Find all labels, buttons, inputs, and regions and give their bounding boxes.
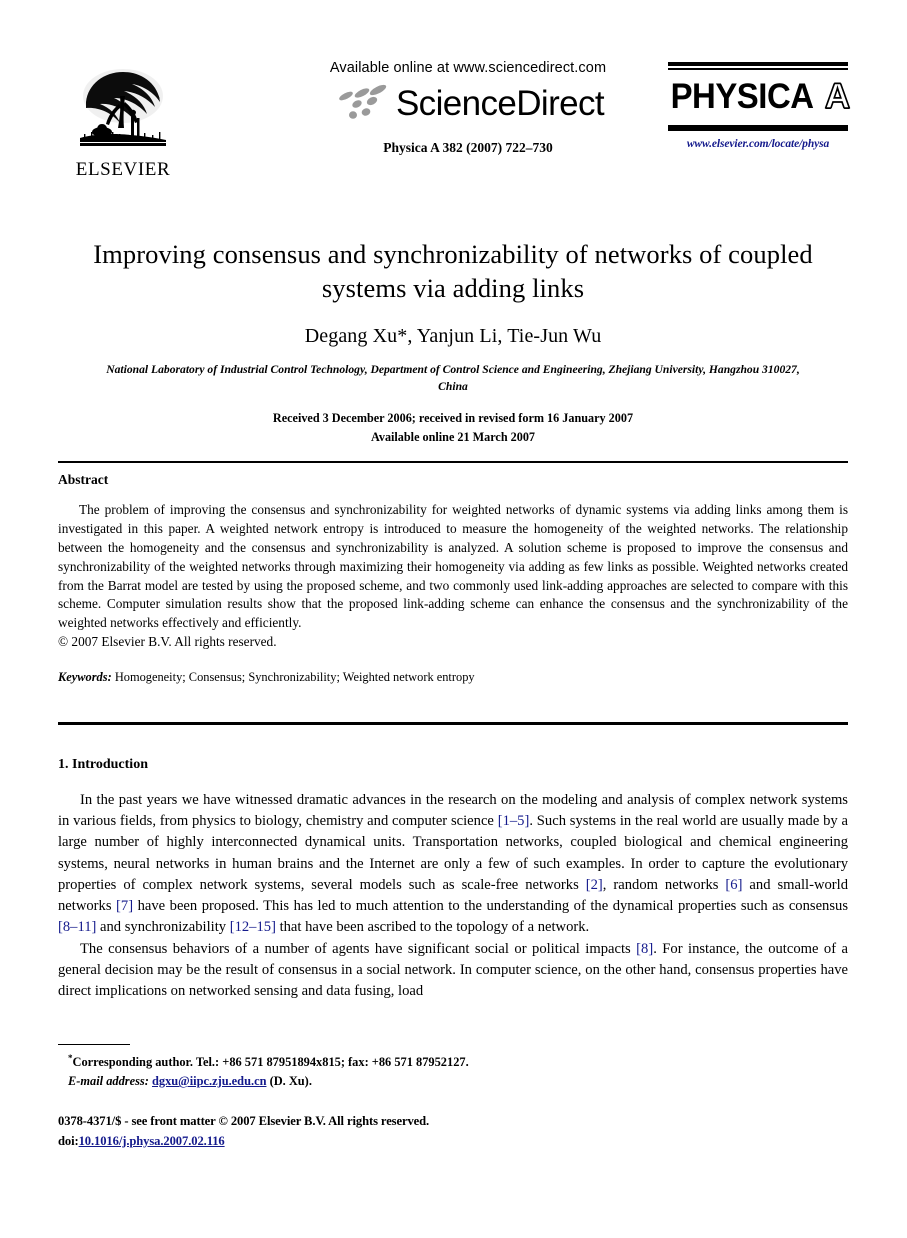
title-block: Improving consensus and synchronizabilit… xyxy=(78,238,828,446)
keywords-label: Keywords: xyxy=(58,670,112,684)
citation-link-7[interactable]: [7] xyxy=(116,898,133,914)
doi-line: doi:10.1016/j.physa.2007.02.116 xyxy=(58,1132,658,1152)
affiliation-line-1: National Laboratory of Industrial Contro… xyxy=(106,362,706,376)
page-title: Improving consensus and synchronizabilit… xyxy=(93,239,813,303)
abstract-heading: Abstract xyxy=(58,472,109,487)
email-link[interactable]: dgxu@iipc.zju.edu.cn xyxy=(152,1074,266,1088)
journal-logo-rule-bottom-thick xyxy=(668,127,848,131)
email-label: E-mail address: xyxy=(68,1074,149,1089)
intro-p1-text-7: that have been ascribed to the topology … xyxy=(275,919,590,936)
keywords-values: Homogeneity; Consensus; Synchronizabilit… xyxy=(114,670,475,684)
article-dates: Received 3 December 2006; received in re… xyxy=(78,409,828,446)
elsevier-logo: ELSEVIER xyxy=(62,62,184,179)
sciencedirect-block: Available online at www.sciencedirect.co… xyxy=(258,60,678,156)
received-date: Received 3 December 2006; received in re… xyxy=(272,411,634,426)
issn-front-matter: 0378-4371/$ - see front matter © 2007 El… xyxy=(58,1114,430,1128)
footnote-block: *Corresponding author. Tel.: +86 571 879… xyxy=(58,1044,658,1091)
available-online-date: Available online 21 March 2007 xyxy=(370,429,536,444)
imprint-block: 0378-4371/$ - see front matter © 2007 El… xyxy=(58,1112,658,1151)
corresponding-author-note: *Corresponding author. Tel.: +86 571 879… xyxy=(58,1052,658,1072)
masthead: ELSEVIER Available online at www.science… xyxy=(58,60,851,210)
elsevier-tree-icon xyxy=(74,62,172,158)
article-first-page: ELSEVIER Available online at www.science… xyxy=(0,0,907,1238)
doi-label: doi: xyxy=(58,1133,79,1148)
email-owner: (D. Xu). xyxy=(269,1074,312,1089)
intro-p1-text-3: , random networks xyxy=(602,876,726,893)
journal-logo: PHYSICA A www.elsevier.com/locate/physa xyxy=(668,62,851,150)
journal-logo-rule-top-thick xyxy=(668,62,848,66)
citation-link-12-15[interactable]: [12–15] xyxy=(230,919,276,935)
abstract-block: Abstract The problem of improving the co… xyxy=(58,472,848,685)
citation-link-8-11[interactable]: [8–11] xyxy=(58,919,96,935)
abstract-copyright: © 2007 Elsevier B.V. All rights reserved… xyxy=(58,634,277,650)
footnote-rule xyxy=(58,1044,130,1046)
introduction-section: 1. Introduction In the past years we hav… xyxy=(58,757,848,1002)
abstract-rule-top xyxy=(58,461,848,463)
author-list: Degang Xu*, Yanjun Li, Tie-Jun Wu xyxy=(304,324,602,347)
citation-link-1-5[interactable]: [1–5] xyxy=(498,813,530,829)
doi-link[interactable]: 10.1016/j.physa.2007.02.116 xyxy=(79,1134,225,1148)
journal-name: PHYSICA xyxy=(670,77,814,116)
introduction-paragraph-1: In the past years we have witnessed dram… xyxy=(58,790,848,939)
intro-p1-text-6: and synchronizability xyxy=(96,919,230,936)
citation-link-8[interactable]: [8] xyxy=(636,941,653,957)
available-online-text: Available online at www.sciencedirect.co… xyxy=(329,60,607,76)
citation-link-6[interactable]: [6] xyxy=(725,877,742,893)
introduction-paragraph-2: The consensus behaviors of a number of a… xyxy=(58,939,848,1003)
elsevier-wordmark: ELSEVIER xyxy=(75,159,171,180)
intro-p2-text-1: The consensus behaviors of a number of a… xyxy=(80,940,637,957)
sciencedirect-wordmark: ScienceDirect xyxy=(395,83,605,123)
abstract-rule-bottom xyxy=(58,722,848,725)
citation-link-2[interactable]: [2] xyxy=(586,877,603,893)
corresponding-author-text: Corresponding author. Tel.: +86 571 8795… xyxy=(72,1055,469,1070)
journal-title-row: PHYSICA A xyxy=(668,70,851,123)
sciencedirect-logo: ScienceDirect xyxy=(258,82,678,124)
journal-homepage-link[interactable]: www.elsevier.com/locate/physa xyxy=(668,138,848,150)
journal-series-letter: A xyxy=(824,77,851,116)
email-note: E-mail address: dgxu@iipc.zju.edu.cn (D.… xyxy=(58,1072,658,1091)
keywords: Keywords: Homogeneity; Consensus; Synchr… xyxy=(58,670,848,685)
journal-citation: Physica A 382 (2007) 722–730 xyxy=(383,140,553,155)
section-heading-introduction: 1. Introduction xyxy=(58,757,148,772)
intro-p1-text-5: have been proposed. This has led to much… xyxy=(133,898,848,915)
abstract-text: The problem of improving the consensus a… xyxy=(58,502,848,631)
affiliation: National Laboratory of Industrial Contro… xyxy=(78,362,828,396)
sciencedirect-swoosh-icon xyxy=(339,84,387,119)
